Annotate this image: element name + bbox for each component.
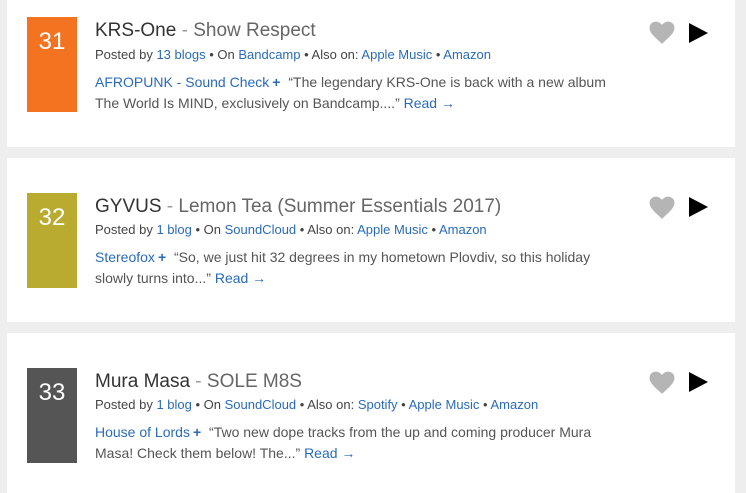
blog-excerpt: House of Lords + “Two new dope tracks fro… <box>95 422 625 464</box>
track-card-32: 32 GYVUS - Lemon Tea (Summer Essentials … <box>7 158 735 322</box>
also-on-link[interactable]: Amazon <box>443 47 491 62</box>
source-link[interactable]: SoundCloud <box>225 397 297 412</box>
excerpt-text: “So, we just hit 32 degrees in my hometo… <box>95 249 591 286</box>
also-on-text: • Also on: <box>296 222 358 237</box>
heart-icon[interactable] <box>649 371 675 395</box>
also-on-link[interactable]: Apple Music <box>409 397 480 412</box>
track-name[interactable]: Lemon Tea (Summer Essentials 2017) <box>178 196 501 217</box>
blog-link[interactable]: Stereofox <box>95 249 155 265</box>
posted-by-link[interactable]: 13 blogs <box>156 47 205 62</box>
on-text: • On <box>205 47 239 62</box>
title-separator: - <box>161 196 179 217</box>
title-separator: - <box>190 371 207 392</box>
track-meta: Posted by 1 blog • On SoundCloud • Also … <box>95 397 539 412</box>
on-text: • On <box>191 222 225 237</box>
read-more-link[interactable]: Read → <box>215 270 266 286</box>
play-icon[interactable] <box>687 22 709 44</box>
rank-badge: 33 <box>27 368 77 463</box>
track-name[interactable]: Show Respect <box>193 20 316 41</box>
play-icon[interactable] <box>687 371 709 393</box>
track-card-33: 33 Mura Masa - SOLE M8S Posted by 1 blog… <box>7 333 735 493</box>
track-meta: Posted by 13 blogs • On Bandcamp • Also … <box>95 47 491 62</box>
follow-blog-button[interactable]: + <box>272 74 280 90</box>
read-more-link[interactable]: Read → <box>404 95 455 111</box>
posted-prefix: Posted by <box>95 222 157 237</box>
also-on-link[interactable]: Amazon <box>491 397 539 412</box>
rank-badge: 31 <box>27 17 77 112</box>
follow-blog-button[interactable]: + <box>193 424 201 440</box>
also-on-link[interactable]: Apple Music <box>357 222 428 237</box>
follow-blog-button[interactable]: + <box>158 249 166 265</box>
artist-link[interactable]: KRS-One <box>95 20 176 41</box>
artist-link[interactable]: Mura Masa <box>95 371 190 392</box>
blog-excerpt: Stereofox + “So, we just hit 32 degrees i… <box>95 247 625 289</box>
posted-by-link[interactable]: 1 blog <box>156 397 191 412</box>
blog-link[interactable]: House of Lords <box>95 424 190 440</box>
title-separator: - <box>176 20 194 41</box>
track-title-line: GYVUS - Lemon Tea (Summer Essentials 201… <box>95 196 501 218</box>
also-on-link[interactable]: Apple Music <box>361 47 432 62</box>
artist-link[interactable]: GYVUS <box>95 196 162 217</box>
posted-prefix: Posted by <box>95 47 157 62</box>
also-on-link[interactable]: Spotify <box>358 397 398 412</box>
play-icon[interactable] <box>687 196 709 218</box>
track-title-line: KRS-One - Show Respect <box>95 20 316 42</box>
track-name[interactable]: SOLE M8S <box>207 371 302 392</box>
track-card-31: 31 KRS-One - Show Respect Posted by 13 b… <box>7 0 735 147</box>
source-link[interactable]: SoundCloud <box>225 222 297 237</box>
blog-excerpt: AFROPUNK - Sound Check + “The legendary K… <box>95 72 625 114</box>
also-on-text: • Also on: <box>296 397 358 412</box>
rank-badge: 32 <box>27 193 77 288</box>
posted-prefix: Posted by <box>95 397 157 412</box>
on-text: • On <box>191 397 225 412</box>
track-meta: Posted by 1 blog • On SoundCloud • Also … <box>95 222 487 237</box>
source-link[interactable]: Bandcamp <box>238 47 300 62</box>
read-more-link[interactable]: Read → <box>304 445 355 461</box>
also-on-link[interactable]: Amazon <box>439 222 487 237</box>
blog-link[interactable]: AFROPUNK - Sound Check <box>95 74 269 90</box>
heart-icon[interactable] <box>649 21 675 45</box>
heart-icon[interactable] <box>649 196 675 220</box>
track-title-line: Mura Masa - SOLE M8S <box>95 371 302 393</box>
posted-by-link[interactable]: 1 blog <box>156 222 191 237</box>
also-on-text: • Also on: <box>300 47 362 62</box>
